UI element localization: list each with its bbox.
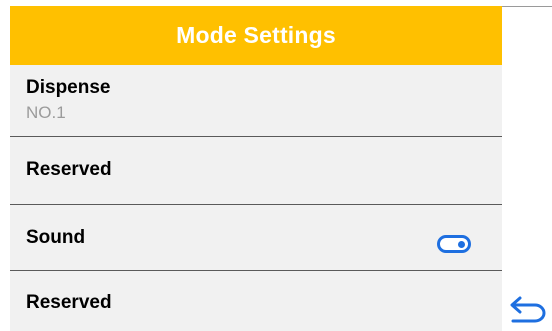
settings-panel: Mode Settings Dispense NO.1 Reserved Sou…: [10, 6, 502, 331]
settings-item-reserved[interactable]: Reserved: [10, 270, 502, 331]
back-button[interactable]: [507, 294, 547, 326]
settings-item-dispense[interactable]: Dispense NO.1: [10, 65, 502, 135]
page-title: Mode Settings: [176, 22, 336, 48]
mode-settings-screen: Mode Settings Dispense NO.1 Reserved Sou…: [0, 0, 552, 331]
back-arrow-icon: [510, 296, 546, 323]
header-bar: Mode Settings: [10, 6, 502, 65]
settings-item-label: Reserved: [26, 159, 112, 180]
settings-item-value: NO.1: [26, 103, 66, 122]
settings-item-sound[interactable]: Sound: [10, 204, 502, 270]
top-divider: [502, 6, 552, 7]
sound-toggle-switch[interactable]: [437, 235, 471, 253]
settings-item-reserved[interactable]: Reserved: [10, 136, 502, 204]
toggle-knob-icon: [458, 241, 465, 248]
settings-item-label: Reserved: [26, 292, 112, 313]
settings-item-label: Sound: [26, 227, 86, 248]
settings-item-label: Dispense: [26, 77, 111, 98]
